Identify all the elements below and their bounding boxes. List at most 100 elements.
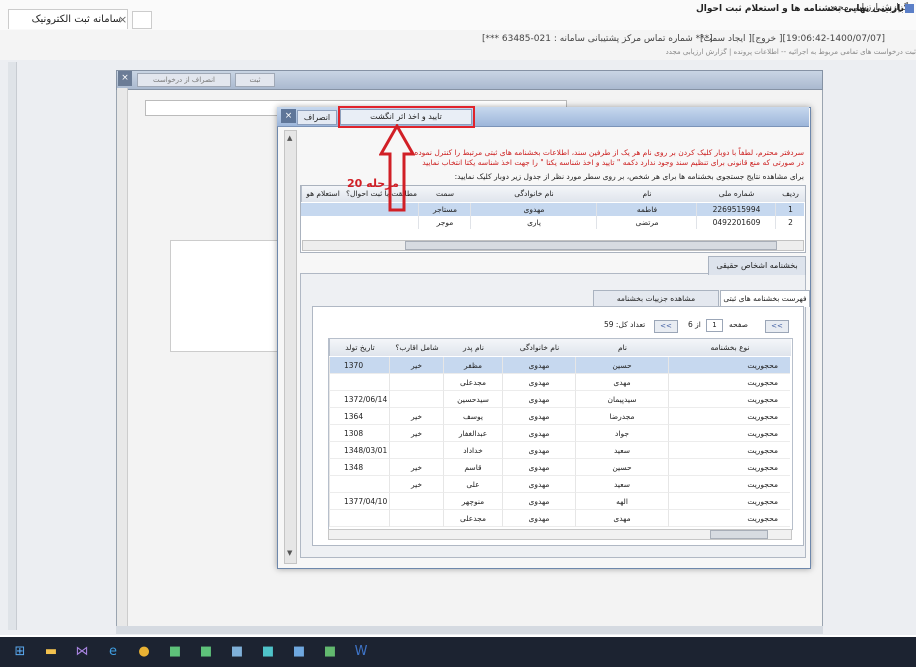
scrollbar-thumb[interactable] xyxy=(405,241,777,250)
breadcrumb[interactable]: ثبت درخواست های تمامی مربوط به اجرائیه -… xyxy=(600,48,916,59)
column-header[interactable]: نام xyxy=(596,186,697,202)
app-icon[interactable]: ■ xyxy=(198,644,214,660)
register-button[interactable]: ثبت xyxy=(235,73,275,87)
table-cell: خیر xyxy=(389,357,443,374)
table-cell: محجوریت xyxy=(668,374,790,391)
dialog-scrollbar[interactable]: ▲ ▼ xyxy=(284,130,297,564)
chrome-icon[interactable]: ● xyxy=(136,644,152,660)
table-cell: مهدوی xyxy=(502,408,575,425)
app-panel-box xyxy=(170,240,282,352)
scroll-down-icon[interactable]: ▼ xyxy=(287,549,292,557)
new-tab-button[interactable] xyxy=(132,11,152,29)
browser-tab[interactable]: سامانه ثبت الکترونیک اسناد xyxy=(8,9,128,45)
table-cell: خیر xyxy=(389,408,443,425)
internet-explorer-icon[interactable]: e xyxy=(105,644,121,660)
tab-circulars-list[interactable]: فهرست بخشنامه های ثبتی xyxy=(720,290,810,307)
table-cell: موجر xyxy=(418,216,471,229)
table-cell: مهدوی xyxy=(502,374,575,391)
table-cell: مهدوی xyxy=(502,476,575,493)
word-icon[interactable]: W xyxy=(353,644,369,660)
notice-text: سردفتر محترم، لطفاً با دوبار کلیک کردن ب… xyxy=(414,148,804,167)
column-header[interactable]: ردیف xyxy=(775,186,805,202)
table-cell: خداداد xyxy=(443,442,502,459)
table-cell: منوچهر xyxy=(443,493,502,510)
table-cell: قاسم xyxy=(443,459,502,476)
table-cell: محجوریت xyxy=(668,357,790,374)
windows-icon[interactable]: ⊞ xyxy=(12,644,28,660)
table-cell: 1308 xyxy=(329,425,389,442)
table-cell: مجدعلی xyxy=(443,510,502,527)
table-cell: 2269515994 xyxy=(696,203,776,216)
table-cell: محجوریت xyxy=(668,510,790,527)
table-cell xyxy=(389,510,443,527)
table-cell xyxy=(389,374,443,391)
table-cell: مهدوی xyxy=(502,459,575,476)
table-cell xyxy=(389,493,443,510)
scrollbar-thumb[interactable] xyxy=(710,530,768,539)
table-cell: مهدی xyxy=(575,374,668,391)
table-cell: فاطمه xyxy=(596,203,697,216)
total-count-label: تعداد کل: 59 xyxy=(604,320,646,329)
table-cell: سعید xyxy=(575,442,668,459)
table-cell xyxy=(389,442,443,459)
session-info: [ایجاد سمت ][خروج ][1400/07/07-19:06:42] xyxy=(700,34,886,44)
page-label: صفحه xyxy=(729,320,749,329)
table-cell: محجوریت xyxy=(668,459,790,476)
table-cell: 1348 xyxy=(329,459,389,476)
table-cell: 1372/06/14 xyxy=(329,391,389,408)
app-icon[interactable]: ■ xyxy=(229,644,245,660)
table-cell: سعید xyxy=(575,476,668,493)
page-number-input[interactable]: 1 xyxy=(706,319,723,332)
visual-studio-icon[interactable]: ⋈ xyxy=(74,644,90,660)
file-explorer-icon[interactable]: ▬ xyxy=(43,644,59,660)
dialog-cancel-button[interactable]: انصراف xyxy=(297,110,337,125)
pager-prev-button[interactable]: << xyxy=(654,320,678,333)
table-cell: مهدوی xyxy=(470,203,597,216)
scroll-up-icon[interactable]: ▲ xyxy=(287,134,292,142)
table-cell: حسین xyxy=(575,459,668,476)
column-header[interactable]: شماره ملی xyxy=(696,186,776,202)
column-header[interactable]: نام xyxy=(575,339,669,356)
app-icon[interactable]: ■ xyxy=(322,644,338,660)
column-header[interactable]: نام خانوادگی xyxy=(470,186,597,202)
app-close-icon[interactable]: × xyxy=(118,71,132,86)
page-count-label: از 6 xyxy=(688,320,701,329)
table-cell: محجوریت xyxy=(668,391,790,408)
tab-natural-persons[interactable]: بخشنامه اشخاص حقیقی xyxy=(708,256,806,275)
column-header[interactable]: شامل اقارب؟ xyxy=(389,339,444,356)
table-cell: سیدپیمان xyxy=(575,391,668,408)
app-icon[interactable]: ■ xyxy=(291,644,307,660)
cancel-request-button[interactable]: انصراف از درخواست xyxy=(137,73,231,87)
table-cell: جواد xyxy=(575,425,668,442)
table-cell: مهدوی xyxy=(502,391,575,408)
table-cell: محجوریت xyxy=(668,442,790,459)
table-cell: خیر xyxy=(389,476,443,493)
app-scrollbar[interactable] xyxy=(117,88,128,626)
table-cell: 1 xyxy=(775,203,805,216)
app-icon[interactable]: ■ xyxy=(260,644,276,660)
table-cell: الهه xyxy=(575,493,668,510)
column-header[interactable]: نام خانوادگی xyxy=(502,339,576,356)
column-header[interactable]: نوع بخشنامه xyxy=(668,339,791,356)
app-icon[interactable]: ■ xyxy=(167,644,183,660)
column-header[interactable]: تاریخ تولد xyxy=(329,339,390,356)
window-icon xyxy=(905,4,914,13)
tab-circular-details[interactable]: مشاهده جزییات بخشنامه xyxy=(593,290,719,307)
table-cell: مجدرضا xyxy=(575,408,668,425)
table-cell: یوسف xyxy=(443,408,502,425)
table-cell: مهدی xyxy=(575,510,668,527)
table-cell: محجوریت xyxy=(668,408,790,425)
column-header[interactable]: نام پدر xyxy=(443,339,503,356)
table-cell xyxy=(329,510,389,527)
column-header[interactable]: سمت xyxy=(418,186,471,202)
table-cell: حسین xyxy=(575,357,668,374)
column-header[interactable]: استعلام هو xyxy=(301,186,344,202)
table-cell: 2 xyxy=(775,216,805,229)
pager-first-button[interactable]: << xyxy=(765,320,789,333)
table-cell: مهدوی xyxy=(502,442,575,459)
dialog-close-icon[interactable]: × xyxy=(281,109,296,123)
table-cell: مهدوی xyxy=(502,357,575,374)
table-cell: مجدعلی xyxy=(443,374,502,391)
tab-close-icon[interactable]: × xyxy=(118,13,127,26)
table-cell: محجوریت xyxy=(668,493,790,510)
